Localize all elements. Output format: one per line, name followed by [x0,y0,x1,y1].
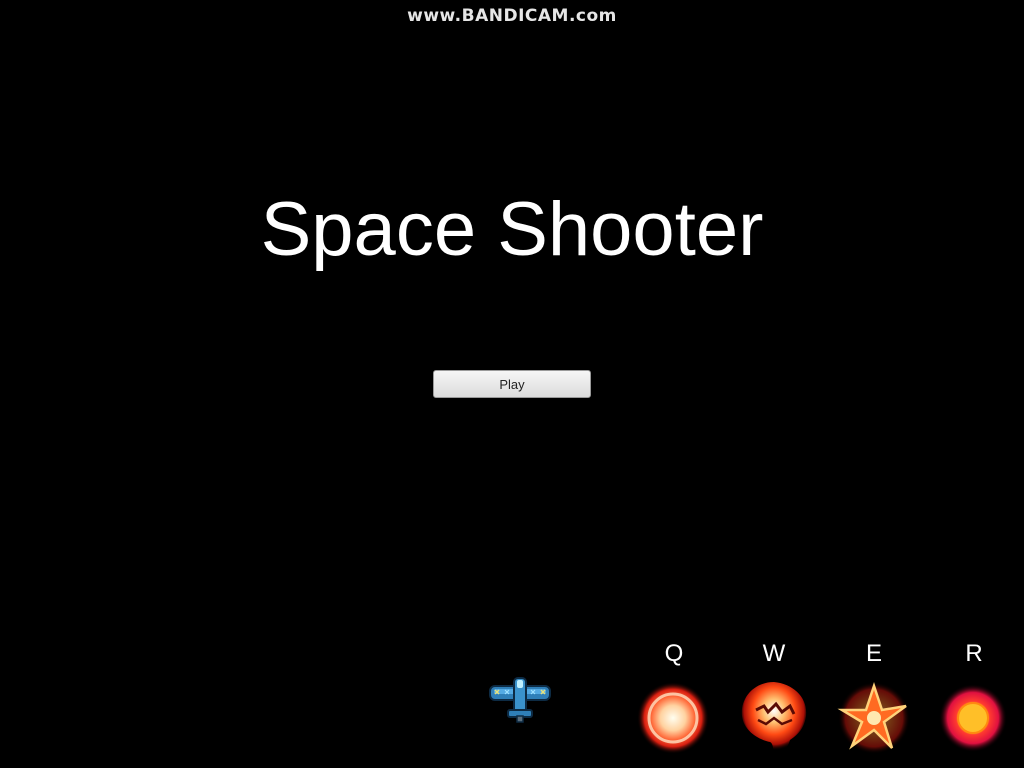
ability-key-w: W [762,640,786,667]
ability-key-r: R [965,640,983,667]
recorder-watermark: www.BANDICAM.com [407,6,617,26]
ability-key-q: Q [664,640,684,667]
fire-burst-icon[interactable] [736,680,812,756]
sun-orb-icon[interactable] [935,680,1011,756]
play-button[interactable]: Play [433,370,591,398]
shuriken-icon[interactable] [836,680,912,756]
game-screen: www.BANDICAM.com Space Shooter Play Q W … [0,0,1024,768]
game-title: Space Shooter [260,187,764,272]
fireball-orb-icon[interactable] [635,680,711,756]
spaceship-icon [489,677,551,723]
ability-key-e: E [865,640,882,667]
